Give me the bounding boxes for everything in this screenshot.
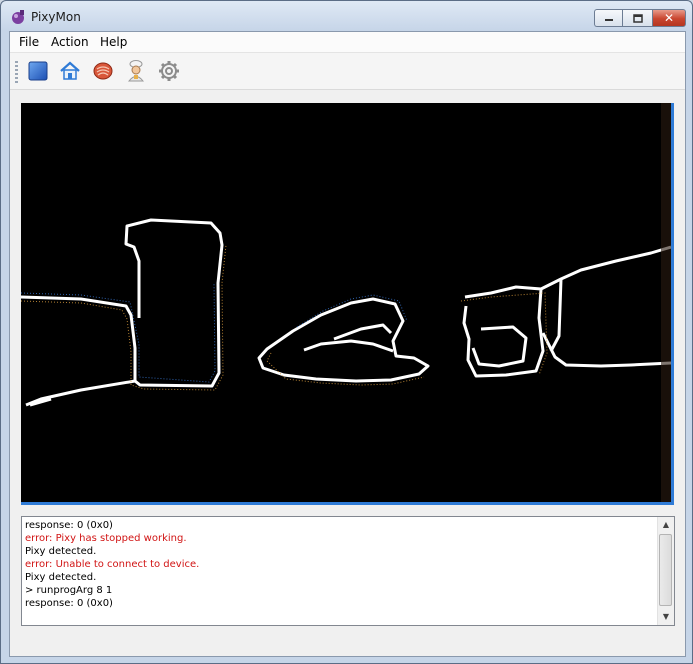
edge-detection-image <box>21 103 671 502</box>
menu-help[interactable]: Help <box>100 35 127 49</box>
console-line: response: 0 (0x0) <box>25 520 113 531</box>
pixymon-app-icon <box>12 10 24 24</box>
gear-icon[interactable] <box>157 59 181 83</box>
console-line: response: 0 (0x0) <box>25 598 113 609</box>
console-output[interactable]: response: 0 (0x0) error: Pixy has stoppe… <box>21 516 675 626</box>
console-log: response: 0 (0x0) error: Pixy has stoppe… <box>25 519 655 610</box>
pixymon-window: PixyMon ✕ File Action Help response: 0 (… <box>0 0 693 664</box>
minimize-button[interactable] <box>594 9 622 27</box>
main-area: File Action Help response: 0 (0x0) error… <box>9 31 686 657</box>
minimize-icon <box>604 19 613 21</box>
close-icon: ✕ <box>663 11 675 25</box>
scroll-thumb[interactable] <box>659 534 672 606</box>
maximize-button[interactable] <box>622 9 652 27</box>
home-icon[interactable] <box>58 59 82 83</box>
console-line: Pixy detected. <box>25 546 97 557</box>
menu-bar: File Action Help <box>10 32 685 53</box>
toolbar-grip[interactable] <box>15 61 18 83</box>
close-button[interactable]: ✕ <box>652 9 686 27</box>
console-line-error: error: Unable to connect to device. <box>25 559 200 570</box>
window-title: PixyMon <box>31 10 81 24</box>
console-line: Pixy detected. <box>25 572 97 583</box>
scroll-down-icon[interactable]: ▼ <box>658 609 674 625</box>
menu-file[interactable]: File <box>19 35 39 49</box>
stop-icon[interactable] <box>26 59 50 83</box>
title-bar[interactable]: PixyMon ✕ <box>1 1 692 31</box>
cooked-video-icon[interactable] <box>91 59 115 83</box>
maximize-icon <box>632 13 643 23</box>
video-view[interactable] <box>21 103 674 505</box>
console-scrollbar[interactable]: ▲ ▼ <box>657 517 674 625</box>
console-line-error: error: Pixy has stopped working. <box>25 533 187 544</box>
chef-icon[interactable] <box>124 59 148 83</box>
console-line: > runprogArg 8 1 <box>25 585 113 596</box>
menu-action[interactable]: Action <box>51 35 89 49</box>
scroll-up-icon[interactable]: ▲ <box>658 517 674 533</box>
toolbar <box>10 53 685 90</box>
